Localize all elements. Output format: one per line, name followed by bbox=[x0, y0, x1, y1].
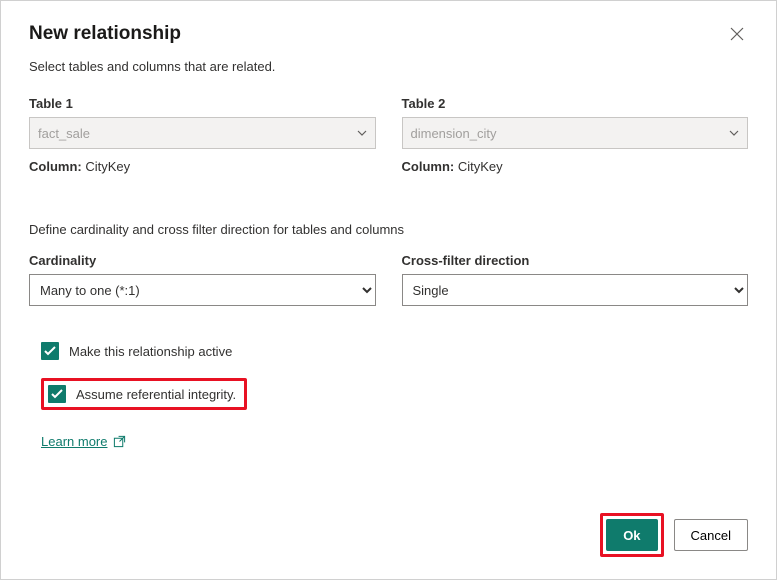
table1-select[interactable]: fact_sale bbox=[29, 117, 376, 149]
crossfilter-label: Cross-filter direction bbox=[402, 253, 749, 268]
ok-button[interactable]: Ok bbox=[606, 519, 657, 551]
referential-checkbox[interactable] bbox=[48, 385, 66, 403]
dialog-footer: Ok Cancel bbox=[600, 513, 748, 557]
learn-more-text: Learn more bbox=[41, 434, 107, 449]
ok-highlight: Ok bbox=[600, 513, 663, 557]
dialog-subtitle: Select tables and columns that are relat… bbox=[29, 59, 748, 74]
check-icon bbox=[51, 389, 63, 399]
table2-column-label: Column: bbox=[402, 159, 455, 174]
table2-select[interactable]: dimension_city bbox=[402, 117, 749, 149]
table2-column-value: CityKey bbox=[458, 159, 503, 174]
active-checkbox[interactable] bbox=[41, 342, 59, 360]
learn-more-link[interactable]: Learn more bbox=[41, 434, 126, 449]
chevron-down-icon bbox=[357, 128, 367, 139]
referential-highlight: Assume referential integrity. bbox=[41, 378, 247, 410]
table2-value: dimension_city bbox=[411, 126, 497, 141]
check-icon bbox=[44, 346, 56, 356]
cardinality-description: Define cardinality and cross filter dire… bbox=[29, 222, 748, 237]
table1-value: fact_sale bbox=[38, 126, 90, 141]
chevron-down-icon bbox=[729, 128, 739, 139]
dialog-title: New relationship bbox=[29, 23, 181, 45]
table1-label: Table 1 bbox=[29, 96, 376, 111]
cardinality-label: Cardinality bbox=[29, 253, 376, 268]
close-button[interactable] bbox=[726, 23, 748, 49]
table1-column-value: CityKey bbox=[85, 159, 130, 174]
cardinality-select[interactable]: Many to one (*:1) bbox=[29, 274, 376, 306]
crossfilter-select[interactable]: Single bbox=[402, 274, 749, 306]
table2-label: Table 2 bbox=[402, 96, 749, 111]
close-icon bbox=[730, 28, 744, 45]
table1-column-label: Column: bbox=[29, 159, 82, 174]
referential-checkbox-label: Assume referential integrity. bbox=[76, 387, 236, 402]
external-link-icon bbox=[113, 435, 126, 448]
active-checkbox-label: Make this relationship active bbox=[69, 344, 232, 359]
cancel-button[interactable]: Cancel bbox=[674, 519, 748, 551]
